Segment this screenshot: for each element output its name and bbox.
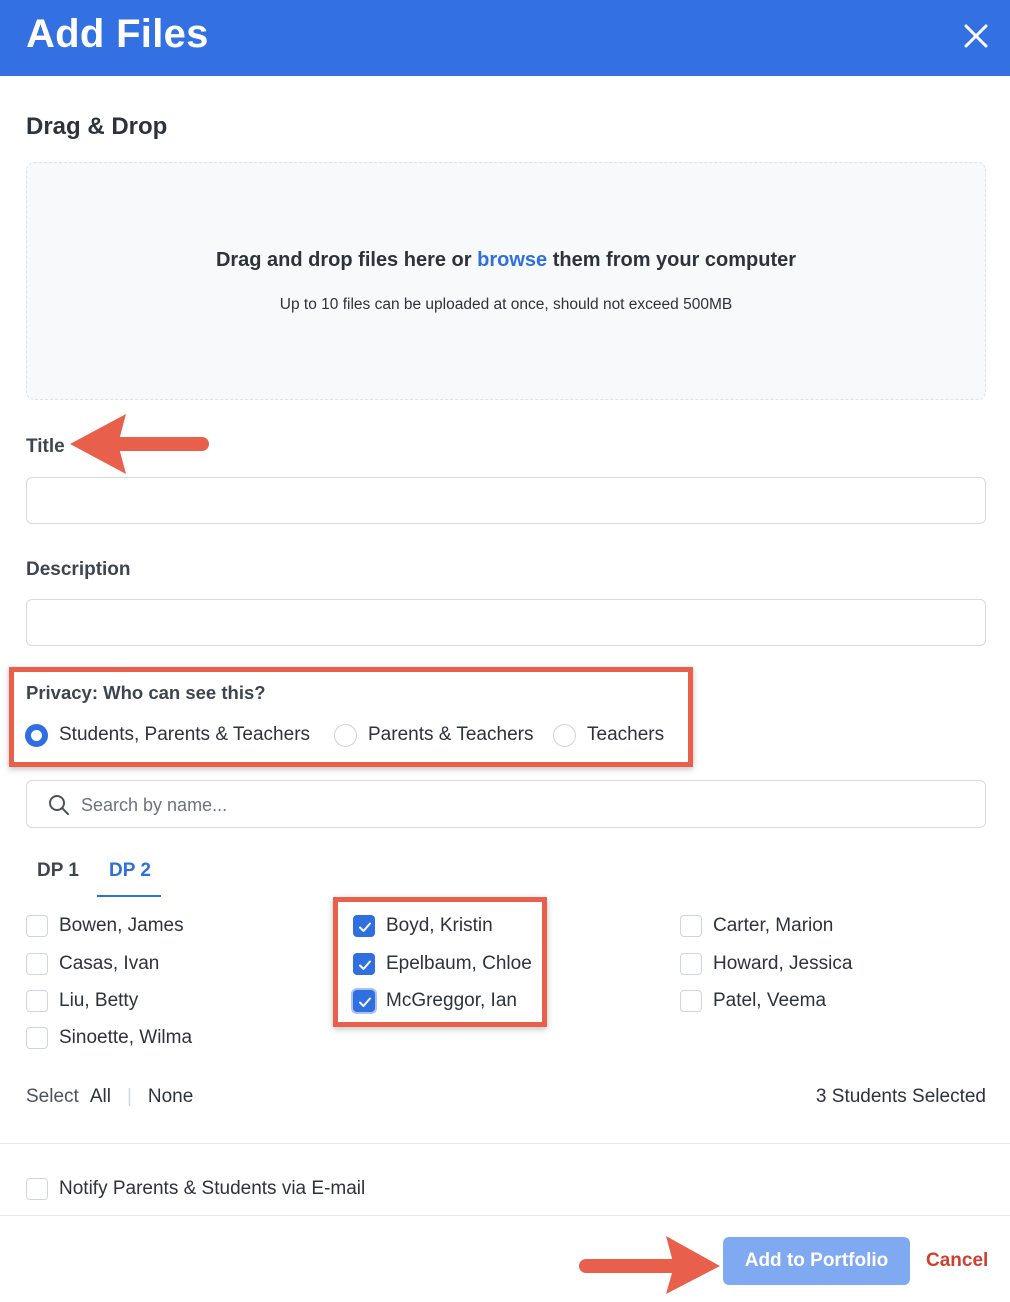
checkbox-unchecked-icon bbox=[26, 915, 48, 937]
privacy-label: Privacy: Who can see this? bbox=[26, 682, 266, 703]
radio-selected-icon bbox=[25, 723, 48, 747]
select-prefix: Select bbox=[26, 1086, 79, 1107]
student-checkbox-item[interactable]: Epelbaum, Chloe bbox=[353, 952, 532, 976]
tab-dp1[interactable]: DP 1 bbox=[37, 860, 79, 882]
upload-limit-note: Up to 10 files can be uploaded at once, … bbox=[279, 296, 733, 313]
description-label: Description bbox=[26, 559, 131, 580]
student-name: Epelbaum, Chloe bbox=[386, 953, 532, 974]
student-checkbox-item[interactable]: Sinoette, Wilma bbox=[26, 1026, 192, 1050]
student-name: Carter, Marion bbox=[713, 915, 834, 936]
privacy-option-label: Teachers bbox=[587, 724, 665, 745]
student-checkbox-item[interactable]: Bowen, James bbox=[26, 914, 184, 938]
annotation-arrow-icon bbox=[579, 1236, 720, 1294]
student-name: McGreggor, Ian bbox=[386, 990, 517, 1011]
dropzone-prompt-text-end: them from your computer bbox=[547, 249, 797, 271]
notify-label: Notify Parents & Students via E-mail bbox=[59, 1178, 366, 1199]
cancel-button[interactable]: Cancel bbox=[926, 1250, 988, 1272]
checkbox-unchecked-icon bbox=[26, 1178, 48, 1200]
notify-checkbox[interactable]: Notify Parents & Students via E-mail bbox=[26, 1177, 365, 1201]
select-none-link[interactable]: None bbox=[148, 1086, 193, 1108]
student-checkbox-item[interactable]: Carter, Marion bbox=[680, 914, 833, 938]
checkbox-unchecked-icon bbox=[680, 953, 702, 975]
dialog-header: Add Files bbox=[0, 0, 1010, 76]
checkbox-checked-icon bbox=[353, 915, 375, 937]
checkbox-checked-icon bbox=[353, 990, 375, 1012]
student-checkbox-item[interactable]: Casas, Ivan bbox=[26, 952, 159, 976]
student-name: Howard, Jessica bbox=[713, 953, 853, 974]
title-label: Title bbox=[26, 436, 65, 457]
browse-link[interactable]: browse bbox=[477, 249, 547, 271]
checkbox-unchecked-icon bbox=[680, 990, 702, 1012]
privacy-option-label: Parents & Teachers bbox=[368, 724, 534, 745]
privacy-option-teachers[interactable]: Teachers bbox=[553, 722, 664, 748]
student-name: Sinoette, Wilma bbox=[59, 1027, 193, 1048]
privacy-option-parents-teachers[interactable]: Parents & Teachers bbox=[334, 722, 533, 748]
close-icon bbox=[964, 24, 988, 48]
select-all-link[interactable]: All bbox=[90, 1086, 111, 1108]
student-name: Casas, Ivan bbox=[59, 953, 160, 974]
dialog-title: Add Files bbox=[26, 12, 209, 56]
student-name: Bowen, James bbox=[59, 915, 184, 936]
dropzone-prompt: Drag and drop files here or browse them … bbox=[27, 249, 985, 272]
checkbox-unchecked-icon bbox=[26, 990, 48, 1012]
student-search[interactable] bbox=[26, 780, 986, 828]
select-controls: Select All | None bbox=[26, 1086, 193, 1108]
student-name: Boyd, Kristin bbox=[386, 915, 493, 936]
drag-drop-heading: Drag & Drop bbox=[26, 113, 168, 140]
checkbox-unchecked-icon bbox=[26, 1027, 48, 1049]
student-checkbox-item[interactable]: Liu, Betty bbox=[26, 989, 138, 1013]
title-input[interactable] bbox=[26, 477, 986, 524]
radio-unselected-icon bbox=[334, 723, 357, 747]
annotation-arrow-icon bbox=[70, 414, 209, 474]
close-button[interactable] bbox=[958, 18, 994, 54]
student-checkbox-item[interactable]: Howard, Jessica bbox=[680, 952, 852, 976]
student-name: Patel, Veema bbox=[713, 990, 827, 1011]
file-dropzone[interactable]: Drag and drop files here or browse them … bbox=[26, 162, 986, 400]
search-input[interactable] bbox=[81, 791, 961, 819]
privacy-option-students-parents-teachers[interactable]: Students, Parents & Teachers bbox=[25, 722, 310, 748]
divider bbox=[0, 1143, 1010, 1144]
student-checkbox-item[interactable]: Boyd, Kristin bbox=[353, 914, 493, 938]
student-name: Liu, Betty bbox=[59, 990, 139, 1011]
dropzone-prompt-text: Drag and drop files here or bbox=[215, 249, 478, 271]
checkbox-unchecked-icon bbox=[26, 953, 48, 975]
selected-count: 3 Students Selected bbox=[815, 1086, 986, 1107]
checkbox-unchecked-icon bbox=[680, 915, 702, 937]
select-separator: | bbox=[126, 1086, 132, 1107]
student-checkbox-item[interactable]: McGreggor, Ian bbox=[353, 989, 517, 1013]
divider bbox=[0, 1215, 1010, 1216]
tab-dp2[interactable]: DP 2 bbox=[109, 860, 151, 882]
student-checkbox-item[interactable]: Patel, Veema bbox=[680, 989, 826, 1013]
active-tab-indicator bbox=[97, 895, 161, 897]
search-icon bbox=[49, 795, 69, 815]
privacy-option-label: Students, Parents & Teachers bbox=[59, 724, 311, 745]
add-to-portfolio-button[interactable]: Add to Portfolio bbox=[723, 1237, 910, 1285]
description-input[interactable] bbox=[26, 599, 986, 646]
checkbox-checked-icon bbox=[353, 953, 375, 975]
radio-unselected-icon bbox=[553, 723, 576, 747]
